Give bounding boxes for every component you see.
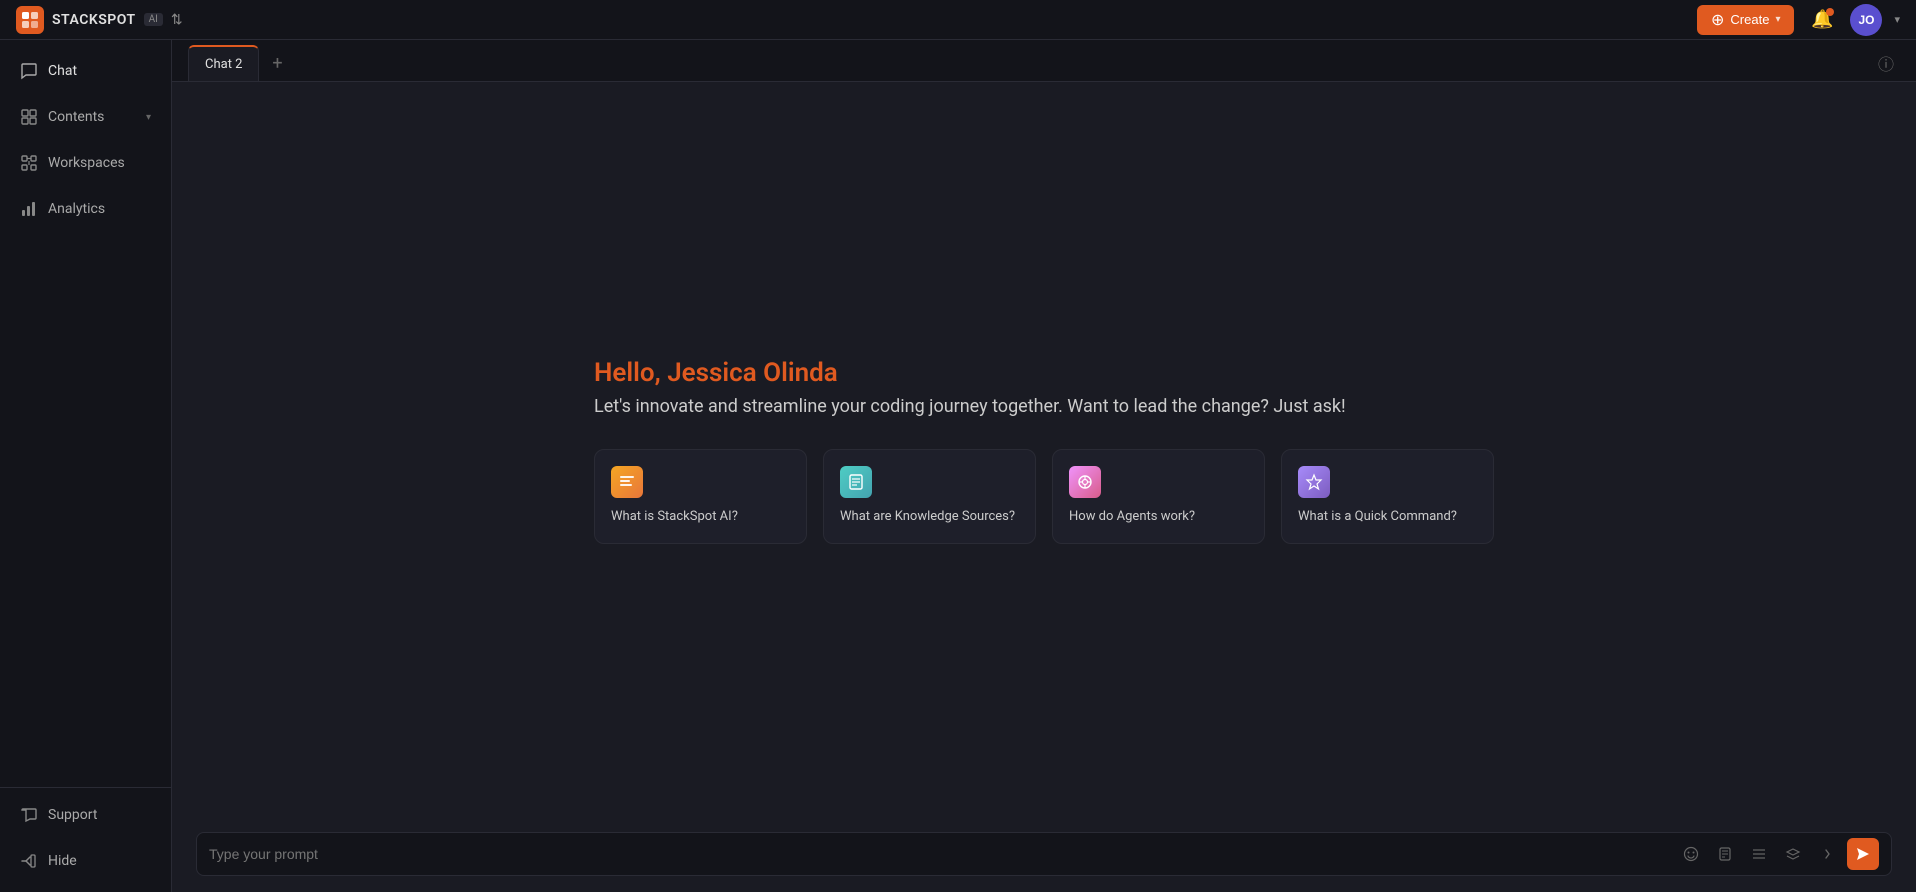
create-label: Create xyxy=(1730,12,1769,27)
card-label-stackspot: What is StackSpot AI? xyxy=(611,508,790,526)
avatar-button[interactable]: JO xyxy=(1850,4,1882,36)
tab-bar-right: ⓘ xyxy=(1872,49,1900,77)
sidebar-item-chat-label: Chat xyxy=(48,63,77,79)
avatar-chevron-icon[interactable]: ▾ xyxy=(1894,13,1900,26)
sidebar: Chat Contents ▾ xyxy=(0,40,172,892)
plus-icon: ⊕ xyxy=(1711,10,1724,30)
sidebar-item-contents-label: Contents xyxy=(48,109,104,125)
sidebar-item-chat[interactable]: Chat xyxy=(0,48,171,94)
sidebar-item-contents[interactable]: Contents ▾ xyxy=(0,94,171,140)
suggestion-card-agents[interactable]: How do Agents work? xyxy=(1052,449,1265,543)
content-area: Chat 2 + ⓘ Hello, Jessica Olinda Let's i… xyxy=(172,40,1916,892)
layers-button[interactable] xyxy=(1779,840,1807,868)
logo-icon xyxy=(16,6,44,34)
card-icon-agents xyxy=(1069,466,1101,498)
create-button[interactable]: ⊕ Create ▾ xyxy=(1697,5,1794,35)
workspaces-icon xyxy=(20,154,38,172)
support-icon xyxy=(20,806,38,824)
sidebar-item-analytics[interactable]: Analytics xyxy=(0,186,171,232)
tab-chat2[interactable]: Chat 2 xyxy=(188,45,259,81)
welcome-subtitle: Let's innovate and streamline your codin… xyxy=(594,396,1494,417)
add-tab-button[interactable]: + xyxy=(263,49,291,77)
chat-icon xyxy=(20,62,38,80)
card-label-agents: How do Agents work? xyxy=(1069,508,1248,526)
card-label-quickcmd: What is a Quick Command? xyxy=(1298,508,1477,526)
card-icon-stackspot xyxy=(611,466,643,498)
welcome-greeting: Hello, Jessica Olinda xyxy=(594,358,1494,388)
more-button[interactable] xyxy=(1813,840,1841,868)
card-icon-knowledge xyxy=(840,466,872,498)
sidebar-item-workspaces-label: Workspaces xyxy=(48,155,125,171)
sidebar-item-support-label: Support xyxy=(48,807,97,823)
tab-bar: Chat 2 + ⓘ xyxy=(172,40,1916,82)
info-button[interactable]: ⓘ xyxy=(1872,49,1900,77)
send-button[interactable] xyxy=(1847,838,1879,870)
topbar-left: STACKSPOT AI ⇅ xyxy=(16,6,183,34)
topbar-right: ⊕ Create ▾ 🔔 JO ▾ xyxy=(1697,4,1900,36)
card-icon-quickcmd xyxy=(1298,466,1330,498)
create-chevron-icon: ▾ xyxy=(1775,14,1780,25)
sidebar-item-support[interactable]: Support xyxy=(0,792,171,838)
analytics-icon xyxy=(20,200,38,218)
prompt-input-wrap xyxy=(196,832,1892,876)
suggestion-card-knowledge[interactable]: What are Knowledge Sources? xyxy=(823,449,1036,543)
emoji-button[interactable] xyxy=(1677,840,1705,868)
card-label-knowledge: What are Knowledge Sources? xyxy=(840,508,1019,526)
sidebar-item-hide[interactable]: Hide xyxy=(0,838,171,884)
contents-chevron-icon: ▾ xyxy=(146,112,151,123)
sidebar-item-analytics-label: Analytics xyxy=(48,201,105,217)
suggestion-card-quickcmd[interactable]: What is a Quick Command? xyxy=(1281,449,1494,543)
topbar: STACKSPOT AI ⇅ ⊕ Create ▾ 🔔 JO ▾ xyxy=(0,0,1916,40)
notification-badge xyxy=(1826,8,1834,16)
main-layout: Chat Contents ▾ xyxy=(0,40,1916,892)
avatar-initials: JO xyxy=(1858,13,1874,27)
input-bar xyxy=(172,820,1916,892)
logo-badge: AI xyxy=(144,13,163,26)
suggestion-cards: What is StackSpot AI? What are Knowledge… xyxy=(594,449,1494,543)
sidebar-bottom: Support Hide xyxy=(0,787,171,884)
chat-main: Hello, Jessica Olinda Let's innovate and… xyxy=(172,82,1916,820)
logo-text: STACKSPOT xyxy=(52,12,136,28)
sidebar-item-workspaces[interactable]: Workspaces xyxy=(0,140,171,186)
contents-icon xyxy=(20,108,38,126)
hide-icon xyxy=(20,852,38,870)
tab-chat2-label: Chat 2 xyxy=(205,57,242,72)
prompt-input[interactable] xyxy=(209,846,1677,862)
input-actions xyxy=(1677,838,1879,870)
expand-icon[interactable]: ⇅ xyxy=(171,12,183,28)
welcome-section: Hello, Jessica Olinda Let's innovate and… xyxy=(594,358,1494,417)
notification-button[interactable]: 🔔 xyxy=(1806,4,1838,36)
suggestion-card-stackspot[interactable]: What is StackSpot AI? xyxy=(594,449,807,543)
attachment-button[interactable] xyxy=(1711,840,1739,868)
list-button[interactable] xyxy=(1745,840,1773,868)
sidebar-item-hide-label: Hide xyxy=(48,853,77,869)
